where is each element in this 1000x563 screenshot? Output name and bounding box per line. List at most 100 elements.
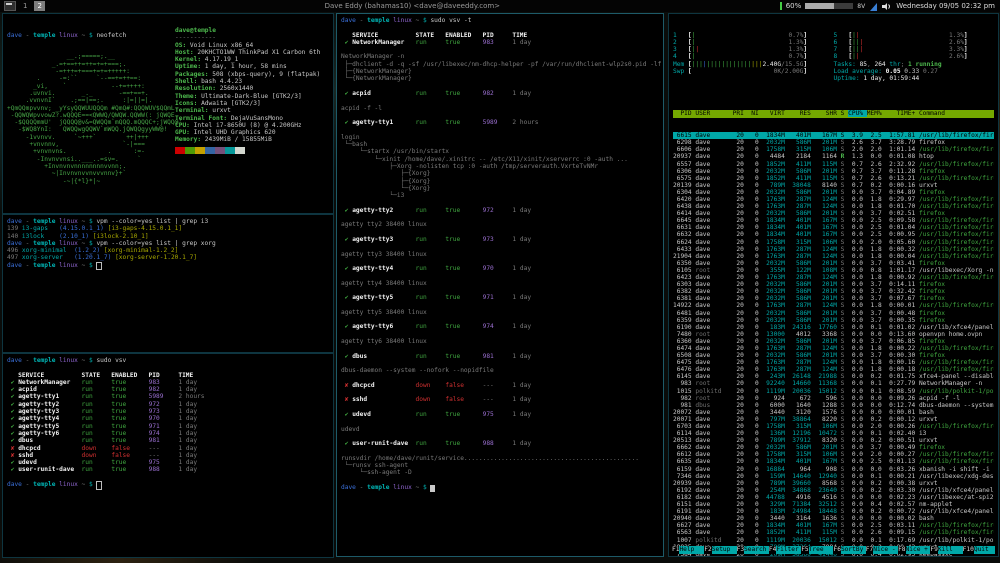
htop-meters-left: 1 [| 0.7%]2 [| 1.3%]3 [|| 1.3%]4 [| 0.7%… xyxy=(673,32,834,83)
process-row[interactable]: 1007 polkitd 20 0 1119M 20036 15012 S 0.… xyxy=(673,537,994,544)
htop-fkey-help[interactable]: F1Help xyxy=(672,546,704,554)
terminal-line: ├─{Xorg} xyxy=(341,170,659,177)
process-row[interactable]: 6105 root 20 0 355M 122M 108M S 0.0 0.8 … xyxy=(673,267,994,274)
process-row[interactable]: 6557 dave 20 0 1852M 411M 115M S 0.7 2.6… xyxy=(673,161,994,168)
process-row[interactable]: 6303 dave 20 0 2032M 586M 201M S 0.0 3.7… xyxy=(673,281,994,288)
process-row[interactable]: 6191 dave 20 0 183M 24984 18448 S 0.0 0.… xyxy=(673,508,994,515)
process-row[interactable]: 6190 dave 20 0 183M 24316 17760 S 0.0 0.… xyxy=(673,324,994,331)
process-row[interactable]: 6624 dave 20 0 1758M 315M 106M S 0.0 2.0… xyxy=(673,239,994,246)
process-row[interactable]: 14922 dave 20 0 1763M 287M 124M S 0.0 1.… xyxy=(673,302,994,309)
process-row[interactable]: 1015 polkitd 20 0 1119M 20036 15012 S 0.… xyxy=(673,388,994,395)
terminal-line: NetworkManager -n xyxy=(341,53,659,60)
neofetch-terminal[interactable]: dave - temple linux ~ $ neofetch __.;===… xyxy=(2,13,334,214)
htop-fkey-setup[interactable]: F2Setup xyxy=(704,546,736,554)
htop-fkey-quit[interactable]: F10Quit xyxy=(963,546,995,554)
htop-fkey-search[interactable]: F3Search xyxy=(737,546,769,554)
process-row[interactable]: 6612 dave 20 0 1758M 315M 106M S 0.0 2.0… xyxy=(673,451,994,458)
terminal-line: ✔ agetty-tty4 run true 970 1 day xyxy=(7,415,329,422)
process-row[interactable]: 20072 dave 20 0 3440 3120 1576 S 0.0 0.0… xyxy=(673,409,994,416)
process-row[interactable]: 20139 dave 20 0 789M 38048 8140 S 0.7 0.… xyxy=(673,182,994,189)
process-row[interactable]: 6433 dave 20 0 1763M 287M 124M S 0.0 1.8… xyxy=(673,246,994,253)
htop-fkey-kill[interactable]: F9Kill xyxy=(930,546,962,554)
process-row[interactable]: 6508 dave 20 0 2032M 586M 201M S 0.0 3.7… xyxy=(673,352,994,359)
process-row[interactable]: 6159 dave 20 0 16884 964 908 S 0.0 0.0 0… xyxy=(673,466,994,473)
workspace-button-1[interactable]: 1 xyxy=(20,1,30,11)
htop-fkey-sortby[interactable]: F6SortBy xyxy=(833,546,865,554)
process-row[interactable]: 6381 dave 20 0 2032M 586M 201M S 0.0 3.7… xyxy=(673,295,994,302)
terminal-line xyxy=(341,375,659,382)
process-row[interactable]: 6306 dave 20 0 2032M 586M 201M S 0.7 3.7… xyxy=(673,168,994,175)
process-row[interactable]: 6304 dave 20 0 2032M 586M 201M S 0.0 3.7… xyxy=(673,189,994,196)
process-row[interactable]: 7346 dave 20 0 159M 14640 12940 S 0.0 0.… xyxy=(673,473,994,480)
process-row[interactable]: 983 root 20 0 92240 14660 11368 S 0.0 0.… xyxy=(673,380,994,387)
process-row[interactable]: 20940 dave 20 0 3440 3164 1636 S 0.0 0.0… xyxy=(673,515,994,522)
process-row[interactable]: 982 root 20 0 924 672 596 S 0.0 0.0 0:09… xyxy=(673,395,994,402)
process-row[interactable]: 6475 dave 20 0 1763M 287M 124M S 0.0 1.8… xyxy=(673,359,994,366)
process-row[interactable]: 6632 dave 20 0 1834M 401M 167M S 0.0 2.5… xyxy=(673,231,994,238)
terminal-line: ✔ NetworkManager run true 983 1 day xyxy=(341,39,659,46)
process-row[interactable]: 6476 dave 20 0 1763M 287M 124M S 0.0 1.8… xyxy=(673,366,994,373)
terminal-line: Host: 20KHCTO1WW ThinkPad X1 Carbon 6th xyxy=(175,49,320,56)
process-row[interactable]: 6474 dave 20 0 1763M 287M 124M S 0.0 1.8… xyxy=(673,345,994,352)
htop-fkey-filter[interactable]: F4Filter xyxy=(769,546,801,554)
process-row[interactable]: 6359 dave 20 0 2032M 586M 201M S 0.0 3.7… xyxy=(673,317,994,324)
process-row[interactable]: 6645 dave 20 0 1834M 401M 167M S 0.0 2.5… xyxy=(673,217,994,224)
process-row[interactable]: 21904 dave 20 0 1763M 287M 124M S 0.0 1.… xyxy=(673,253,994,260)
process-row[interactable]: 6563 dave 20 0 1852M 411M 115M S 0.0 2.6… xyxy=(673,529,994,536)
process-row[interactable]: 6631 dave 20 0 1834M 401M 167M S 0.0 2.5… xyxy=(673,224,994,231)
blank-line xyxy=(7,199,329,206)
process-row[interactable]: 6382 dave 20 0 2032M 586M 201M S 0.0 3.7… xyxy=(673,288,994,295)
terminal-line: CPU: Intel i7-8650U (8) @ 4.200GHz xyxy=(175,122,320,129)
process-row[interactable]: 6420 dave 20 0 1763M 287M 124M S 0.0 1.8… xyxy=(673,196,994,203)
process-row[interactable]: 20937 dave 20 0 4484 2184 1164 R 1.3 0.0… xyxy=(673,153,994,160)
htop-fkey-nice[interactable]: F7Nice - xyxy=(866,546,898,554)
vsv-terminal[interactable]: dave - temple linux ~ $ sudo vsv SERVICE… xyxy=(2,353,334,558)
terminal-line: ✔ udevd run true 975 1 day xyxy=(341,411,659,418)
panel-app-icon[interactable] xyxy=(4,1,16,11)
process-row[interactable]: 6151 dave 20 0 329M 71384 32512 S 0.0 0.… xyxy=(673,501,994,508)
process-row[interactable]: 6350 dave 20 0 2032M 586M 201M S 0.0 3.7… xyxy=(673,260,994,267)
htop-terminal[interactable]: 1 [| 0.7%]2 [| 1.3%]3 [|| 1.3%]4 [| 0.7%… xyxy=(668,13,999,557)
process-row[interactable]: 6438 dave 20 0 1763M 287M 124M S 0.0 1.8… xyxy=(673,203,994,210)
process-row[interactable]: 6575 dave 20 0 1852M 411M 115M S 0.7 2.6… xyxy=(673,175,994,182)
htop-column-header[interactable]: PID USER PRI NI VIRT RES SHR S CPU% MEM%… xyxy=(673,110,994,117)
terminal-line: ✔ agetty-tty1 run true 5989 2 hours xyxy=(7,393,329,400)
process-row[interactable]: 20071 dave 20 0 797M 38864 8220 S 0.0 0.… xyxy=(673,416,994,423)
process-row[interactable]: 6360 dave 20 0 2032M 586M 201M S 0.0 3.7… xyxy=(673,338,994,345)
htop-process-list[interactable]: 6615 dave 20 0 1834M 401M 167M S 3.9 2.5… xyxy=(673,132,994,557)
process-row[interactable]: 20939 dave 20 0 789M 39660 8568 S 0.0 0.… xyxy=(673,480,994,487)
network-signal-icon[interactable] xyxy=(869,2,878,11)
htop-fkey-nice[interactable]: F8Nice + xyxy=(898,546,930,554)
process-row[interactable]: 6414 dave 20 0 2032M 586M 201M S 0.0 3.7… xyxy=(673,210,994,217)
focused-window-title: Dave Eddy (bahamas10) <dave@daveeddy.com… xyxy=(45,2,780,10)
terminal-line: └─i3 xyxy=(341,192,659,199)
process-row[interactable]: 6423 dave 20 0 1763M 287M 124M S 0.0 1.8… xyxy=(673,274,994,281)
process-row[interactable]: 6635 dave 20 0 1834M 401M 167M S 0.0 2.5… xyxy=(673,458,994,465)
terminal-line xyxy=(341,97,659,104)
terminal-line xyxy=(341,243,659,250)
process-row[interactable]: 6182 dave 20 0 44788 4916 4516 S 0.0 0.0… xyxy=(673,494,994,501)
terminal-line: ✔ agetty-tty6 run true 974 1 day xyxy=(341,323,659,330)
process-row[interactable]: 6145 dave 20 0 243M 26148 21988 S 0.0 0.… xyxy=(673,373,994,380)
process-row[interactable]: 6627 dave 20 0 1834M 401M 167M S 0.0 2.5… xyxy=(673,522,994,529)
desktop: { "panel": { "workspaces": ["1","2"], "a… xyxy=(0,0,1000,563)
process-row[interactable]: 7480 root 20 0 13000 4012 3368 S 0.0 0.0… xyxy=(673,331,994,338)
volume-icon[interactable] xyxy=(882,2,892,11)
process-row[interactable]: 6662 dave 20 0 2032M 586M 201M S 0.0 3.7… xyxy=(673,444,994,451)
process-row[interactable]: 6703 dave 20 0 1758M 315M 106M S 0.0 2.0… xyxy=(673,423,994,430)
terminal-line xyxy=(7,474,329,481)
process-row[interactable]: 6615 dave 20 0 1834M 401M 167M S 3.9 2.5… xyxy=(673,132,994,139)
process-row[interactable]: 6481 dave 20 0 2032M 586M 201M S 0.0 3.7… xyxy=(673,310,994,317)
vpm-terminal[interactable]: dave - temple linux ~ $ vpm --color=yes … xyxy=(2,214,334,353)
process-row[interactable]: 6298 dave 20 0 2032M 586M 201M S 2.6 3.7… xyxy=(673,139,994,146)
process-row[interactable]: 6192 dave 20 0 254M 34868 23640 S 0.0 0.… xyxy=(673,487,994,494)
terminal-line xyxy=(341,287,659,294)
vsv-tree-terminal[interactable]: dave - temple linux ~ $ sudo vsv -t SERV… xyxy=(336,13,664,557)
terminal-line: Terminal Font: DejaVuSansMono xyxy=(175,115,320,122)
process-row[interactable]: 20513 dave 20 0 789M 37912 8320 S 0.0 0.… xyxy=(673,437,994,444)
workspace-button-2[interactable]: 2 xyxy=(34,1,44,11)
process-row[interactable]: 6114 dave 20 0 136M 12196 10472 S 0.0 0.… xyxy=(673,430,994,437)
htop-fkey-tree[interactable]: F5Tree xyxy=(801,546,833,554)
process-row[interactable]: 981 dbus 20 0 6000 1640 1288 S 0.0 0.0 0… xyxy=(673,402,994,409)
process-row[interactable]: 6606 dave 20 0 1758M 315M 106M S 2.0 2.0… xyxy=(673,146,994,153)
